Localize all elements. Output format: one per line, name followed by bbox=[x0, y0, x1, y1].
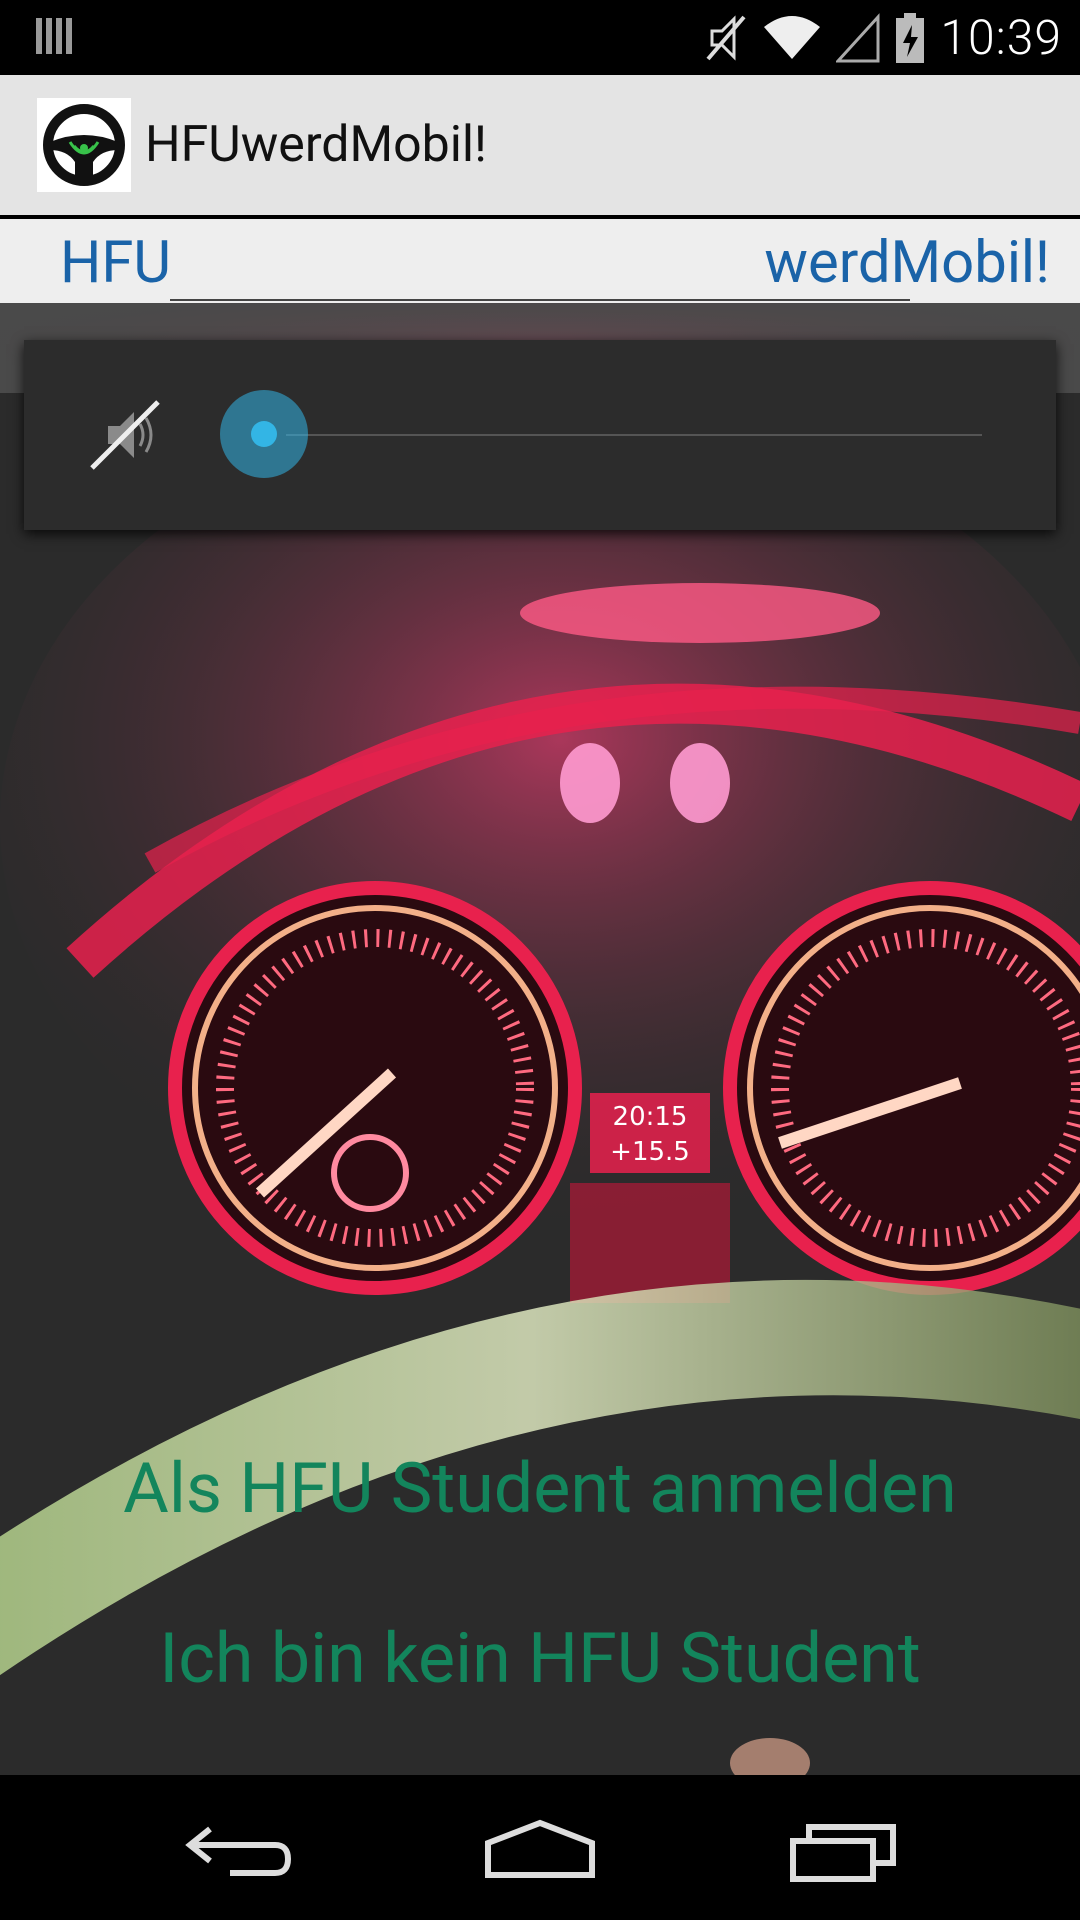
login-hfu-student-button[interactable]: Als HFU Student anmelden bbox=[0, 1448, 1080, 1530]
strip-divider bbox=[170, 299, 910, 301]
status-time: 10:39 bbox=[940, 9, 1062, 66]
not-hfu-student-button[interactable]: Ich bin kein HFU Student bbox=[0, 1618, 1080, 1700]
speaker-mute-icon[interactable] bbox=[88, 398, 164, 472]
title-strip: HFU werdMobil! bbox=[0, 219, 1080, 303]
recents-icon[interactable] bbox=[785, 1815, 905, 1885]
volume-slider-track[interactable] bbox=[286, 434, 982, 436]
hfu-label: HFU bbox=[60, 229, 172, 297]
sim-icon bbox=[36, 18, 72, 54]
app-title: HFUwerdMobil! bbox=[145, 116, 487, 174]
werdmobil-label: werdMobil! bbox=[764, 229, 1050, 297]
navigation-bar bbox=[0, 1775, 1080, 1920]
home-icon[interactable] bbox=[480, 1815, 600, 1885]
main-content: 20:15 +15.5 Als HFU Student anmelden Ich… bbox=[0, 303, 1080, 1775]
steering-wheel-icon bbox=[37, 98, 131, 192]
status-bar: 10:39 bbox=[0, 0, 1080, 75]
dashboard-temp: +15.5 bbox=[610, 1137, 690, 1167]
action-bar: HFUwerdMobil! bbox=[0, 75, 1080, 215]
dashboard-time: 20:15 bbox=[613, 1102, 688, 1132]
volume-slider-thumb[interactable] bbox=[251, 421, 277, 447]
volume-panel bbox=[24, 340, 1056, 530]
mute-icon bbox=[706, 14, 746, 61]
back-icon[interactable] bbox=[180, 1815, 300, 1885]
signal-icon bbox=[836, 12, 880, 62]
wifi-icon bbox=[764, 15, 821, 59]
battery-icon bbox=[896, 12, 925, 63]
